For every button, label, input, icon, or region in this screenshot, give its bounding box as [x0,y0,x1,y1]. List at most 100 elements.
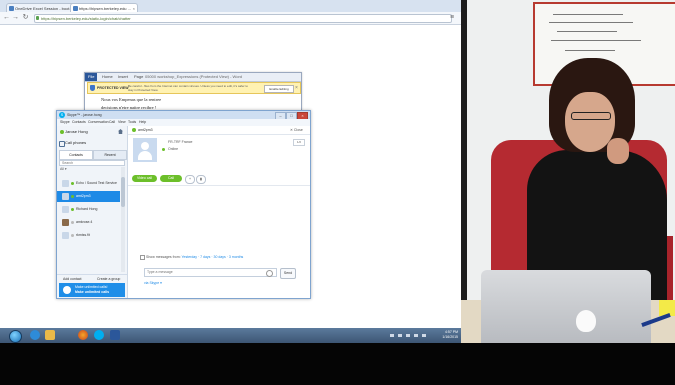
protected-view-bar: PROTECTED VIEW Be careful - files from t… [87,82,301,94]
contact-name: amkrose.4 [76,220,93,224]
tray-icon[interactable] [398,334,402,337]
forward-arrow-icon[interactable]: → [12,14,19,21]
status-icon [71,234,74,237]
tab-contacts[interactable]: Contacts [59,150,93,160]
start-button[interactable] [9,330,22,343]
close-icon[interactable]: × [295,84,298,92]
send-button[interactable]: Send [280,268,296,279]
emoticon-icon[interactable] [266,270,273,277]
conversation-header: amt2pm3 ✕ Close [128,126,310,135]
call-quality-icon[interactable]: ▮ [196,175,206,184]
tray-icon[interactable] [390,334,394,337]
screen-capture: OneDrive Excel Session - boot... × https… [0,0,461,343]
back-arrow-icon[interactable]: ← [3,14,10,21]
flag-icon[interactable] [422,334,426,337]
address-bar[interactable]: https://hipsen.berkeley.edu/static-login… [34,14,452,23]
ribbon-tab-insert[interactable]: Insert [115,73,131,81]
add-contact-button[interactable]: Add contact [63,275,81,283]
scribble [557,31,617,32]
tab-label: OneDrive Excel Session - boot... [15,6,73,11]
lock-icon [36,16,39,20]
create-group-button[interactable]: Create a group [97,275,120,283]
browser-toolbar: ← → ↻ https://hipsen.berkeley.edu/static… [0,12,461,25]
contact-name: amt2pm3 [76,194,91,198]
call-action-bar: Video call Call + ▮ [128,173,310,186]
ribbon-tab-home[interactable]: Home [99,73,116,81]
contact-item[interactable]: Echo / Sound Test Service [57,178,120,189]
promo-line-1: Make unlimited calls! [75,285,108,289]
status-icon [71,182,74,185]
contact-group-header[interactable]: All ▾ [60,165,67,174]
menu-view[interactable]: View [118,119,126,126]
ribbon-tab-file[interactable]: File [85,73,98,81]
send-via-dropdown[interactable]: via Skype ▾ [144,281,162,285]
profile-location: FR-TRF France [168,140,193,144]
home-icon[interactable] [118,129,123,134]
profile-avatar [133,138,157,162]
show-messages-filter[interactable]: Show messages from: Yesterday · 7 days ·… [146,255,243,259]
user-name[interactable]: Jarose Hong [65,128,88,136]
video-call-button[interactable]: Video call [132,175,157,182]
skype-left-pane: Jarose Hong Call phones Contacts Recent … [57,126,128,298]
avatar [62,206,69,213]
enable-editing-button[interactable]: Enable Editing [264,85,294,93]
contact-item[interactable]: rkmiss.fit [57,230,120,241]
letterbox-bottom [0,343,675,385]
call-phones-link[interactable]: Call phones [65,139,86,147]
document-line: Nous vos Empenas que la rentree [101,97,162,102]
message-input[interactable] [144,268,277,277]
promo-banner[interactable]: Make unlimited calls! Make unlimited cal… [59,283,125,297]
status-icon [71,195,74,198]
show-messages-options[interactable]: Yesterday · 7 days · 30 days · 3 months [182,255,244,259]
avatar [62,193,69,200]
menu-tools[interactable]: Tools [128,119,136,126]
avatar [62,219,69,226]
menu-help[interactable]: Help [139,119,146,126]
network-icon[interactable] [406,334,410,337]
shield-icon [90,85,95,91]
ie-icon[interactable] [30,330,40,340]
avatar [62,232,69,239]
system-tray: 4:57 PM 1/16/2015 [386,328,461,343]
clock[interactable]: 4:57 PM 1/16/2015 [438,330,458,340]
participant-count-badge[interactable]: 1/2 [293,139,305,146]
tab-recent[interactable]: Recent [93,150,127,160]
skype-icon[interactable] [94,330,104,340]
word-icon[interactable] [110,330,120,340]
close-conversation-button[interactable]: ✕ Close [290,126,303,134]
person-hand [607,138,629,164]
show-messages-label: Show messages from: [146,255,181,259]
contact-item-selected[interactable]: amt2pm3 [57,191,120,202]
menu-conversation[interactable]: Conversation [88,119,109,126]
volume-icon[interactable] [414,334,418,337]
scribble [565,50,615,51]
show-messages-checkbox[interactable] [140,255,145,260]
status-icon [71,221,74,224]
contact-scrollbar[interactable] [121,167,125,272]
hamburger-icon[interactable]: ≡ [450,14,454,21]
tab-favicon-icon [9,6,14,11]
add-people-button[interactable]: + [185,175,195,184]
contact-item[interactable]: amkrose.4 [57,217,120,228]
contact-name: Echo / Sound Test Service [76,181,117,185]
menu-contacts[interactable]: Contacts [72,119,86,126]
tab-label: https://hipsen.berkeley.edu ... [79,6,131,11]
protected-view-message: Be careful - files from the Internet can… [128,84,248,92]
call-button[interactable]: Call [160,175,182,182]
firefox-icon[interactable] [78,330,88,340]
protected-view-title: PROTECTED VIEW [97,86,129,90]
webcam-video [461,0,675,343]
contact-item[interactable]: Richard Hong [57,204,120,215]
reload-icon[interactable]: ↻ [22,14,29,21]
contact-search-input[interactable] [59,160,125,166]
menu-call[interactable]: Call [109,119,115,126]
menu-skype[interactable]: Skype [60,119,70,126]
skype-logo-icon: S [59,112,65,118]
promo-line-2: Make unlimited calls [75,290,110,294]
scrollbar-thumb[interactable] [121,177,125,207]
scribble [549,22,633,23]
word-title: 05000 workshop_Expressions (Protected Vi… [145,74,243,79]
conversation-handle: amt2pm3 [138,128,153,132]
explorer-icon[interactable] [45,330,55,340]
video-border [461,0,467,343]
